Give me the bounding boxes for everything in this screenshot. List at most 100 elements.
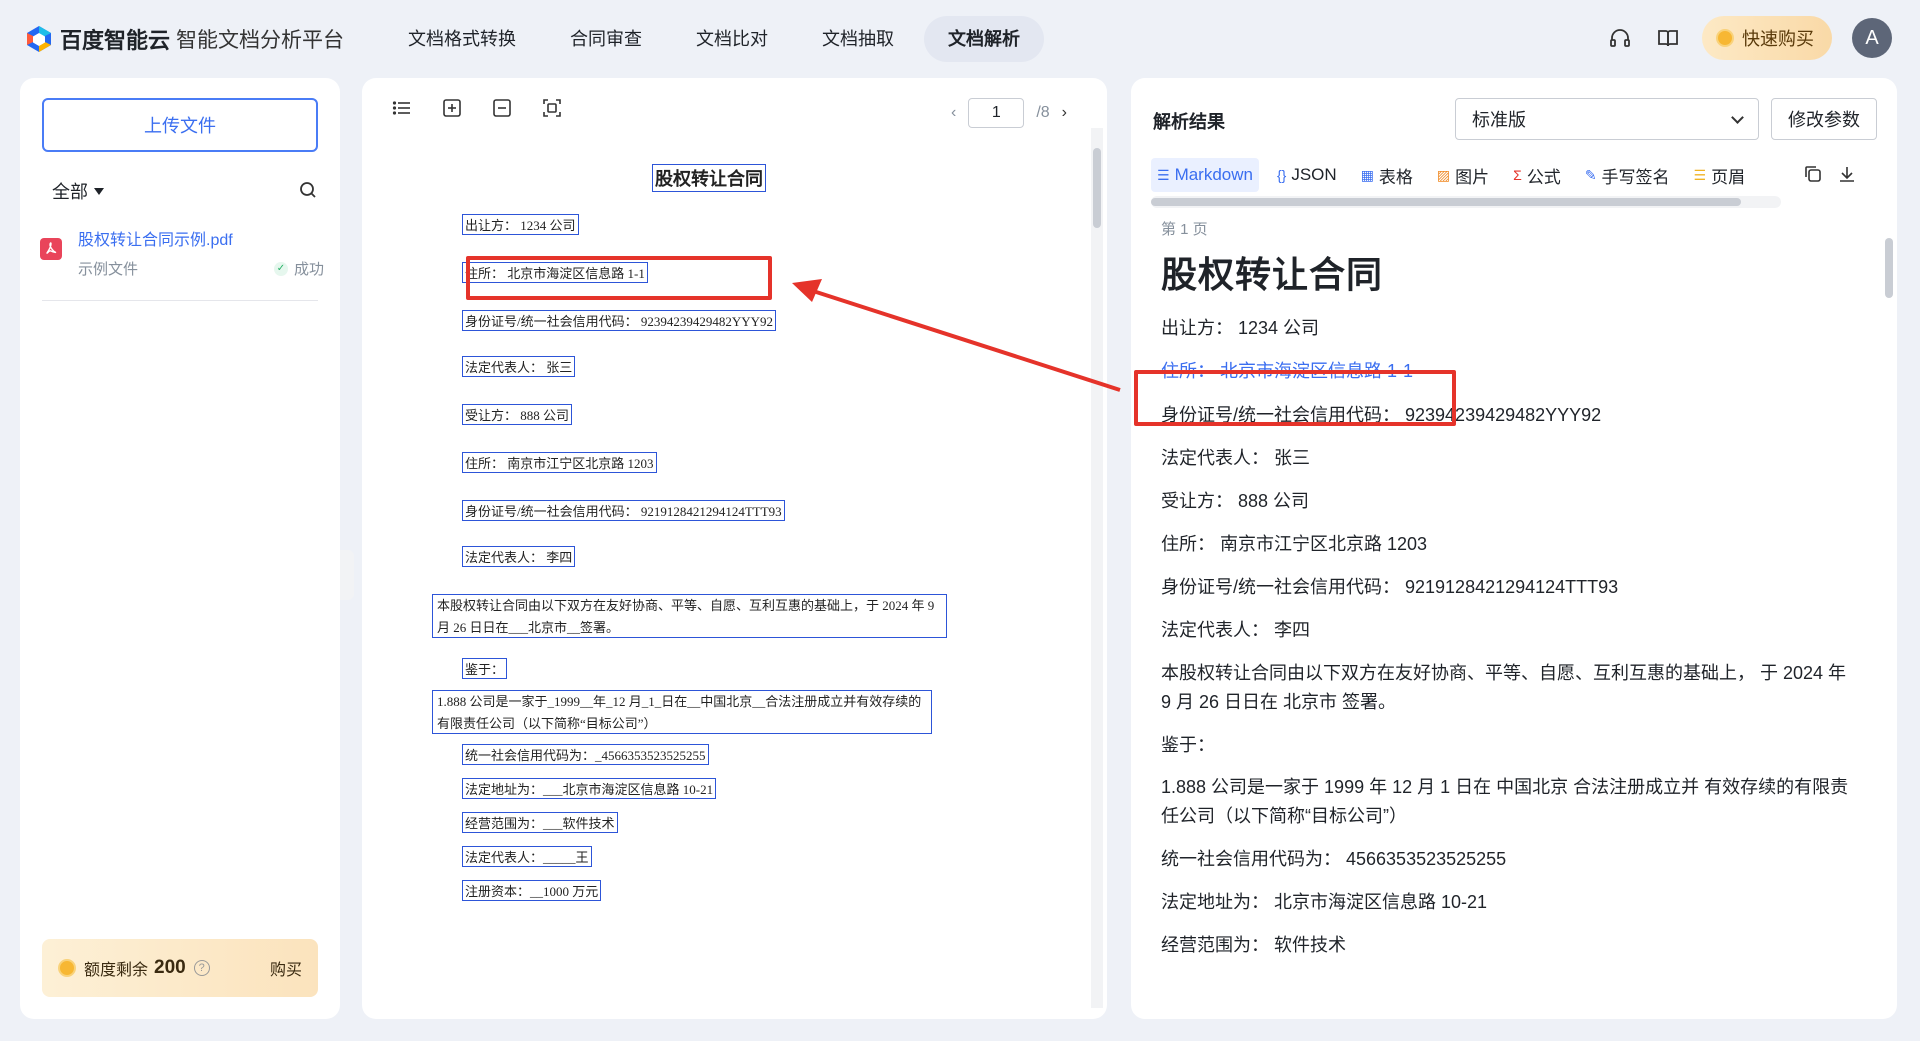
help-icon[interactable]: ? [193,960,210,976]
result-paragraph: 住所： 南京市江宁区北京路 1203 [1161,534,1428,554]
doc-block[interactable]: 法定地址为：___北京市海淀区信息路 10-21 [462,778,717,799]
preview-scroll-thumb[interactable] [1093,148,1101,228]
avatar[interactable]: A [1852,18,1892,58]
divider [42,300,318,301]
header-actions: 快速购买 A [1606,16,1892,60]
doc-block[interactable]: 住所： 南京市江宁区北京路 1203 [462,452,657,473]
headset-icon[interactable] [1606,24,1634,52]
file-list-item[interactable]: 股权转让合同示例.pdf 示例文件 ✓ 成功 [36,218,324,282]
doc-block[interactable]: 注册资本：__1000 万元 [462,880,602,901]
search-icon[interactable] [298,180,318,205]
result-paragraph: 1.888 公司是一家于 1999 年 12 月 1 日在 中国北京 合法注册成… [1161,777,1849,826]
quick-buy-button[interactable]: 快速购买 [1702,16,1832,60]
quota-bar: 额度剩余 200 ? 购买 [42,939,318,997]
doc-block[interactable]: 经营范围为：___软件技术 [462,812,618,833]
outline-list-icon[interactable] [392,98,412,118]
modify-params-button[interactable]: 修改参数 [1771,98,1877,140]
doc-block[interactable]: 身份证号/统一社会信用代码： 9219128421294124TTT93 [462,500,785,521]
download-icon[interactable] [1837,164,1857,189]
doc-block[interactable]: 身份证号/统一社会信用代码： 92394239429482YYY92 [462,310,777,331]
baidu-cloud-logo-icon [27,26,51,52]
quick-buy-label: 快速购买 [1742,29,1814,49]
preview-scrollbar[interactable] [1091,128,1103,1008]
product-name: 智能文档分析平台 [176,29,345,52]
tab-label: 手写签名 [1601,167,1670,187]
tab-image[interactable]: ▨ 图片 [1431,158,1495,192]
tab-label: JSON [1291,165,1337,184]
filter-label: 全部 [52,182,88,202]
formula-icon: Σ [1513,167,1522,183]
doc-title-block[interactable]: 股权转让合同 [652,164,766,192]
main-nav: 文档格式转换 合同审查 文档比对 文档抽取 文档解析 [384,16,1045,62]
tab-markdown[interactable]: ☰ Markdown [1151,158,1259,192]
prev-page-icon[interactable]: ‹ [951,104,956,122]
version-select[interactable]: 标准版 [1455,98,1759,140]
nav-contract-review[interactable]: 合同审查 [546,16,666,62]
success-check-icon: ✓ [273,261,288,276]
file-filter-dropdown[interactable]: 全部 [52,178,104,204]
top-header: 百度智能云 智能文档分析平台 文档格式转换 合同审查 文档比对 文档抽取 文档解… [0,0,1920,78]
tabs-scroll-thumb[interactable] [1151,198,1741,206]
doc-block[interactable]: 鉴于： [462,658,508,679]
doc-block[interactable]: 受让方： 888 公司 [462,404,573,425]
result-paragraph: 统一社会信用代码为： 4566353523525255 [1161,849,1507,869]
result-paragraph: 鉴于： [1161,735,1215,755]
page-label: 第 1 页 [1161,221,1208,238]
coin-icon [58,959,76,977]
book-icon[interactable] [1654,24,1682,52]
quota-buy-button[interactable]: 购买 [270,956,302,980]
fit-screen-icon[interactable] [542,98,562,118]
result-scroll-thumb[interactable] [1885,238,1893,298]
zoom-in-icon[interactable] [442,98,462,118]
table-icon: ▦ [1360,166,1374,183]
doc-block[interactable]: 统一社会信用代码为：_4566353523525255 [462,744,709,765]
result-title: 解析结果 [1153,112,1225,132]
result-paragraph: 法定代表人： 李四 [1161,620,1311,640]
next-page-icon[interactable]: › [1062,104,1067,122]
doc-block[interactable]: 法定代表人： 李四 [462,546,576,567]
result-paragraph: 出让方： 1234 公司 [1161,318,1320,338]
result-paragraph: 受让方： 888 公司 [1161,491,1310,511]
parse-result-panel: 解析结果 标准版 修改参数 ☰ Markdown {} JSON ▦ 表格 ▨ 图片 Σ… [1131,78,1897,1019]
result-heading: 股权转让合同 [1161,254,1384,295]
highlight-box-source [466,256,772,300]
page-total: /8 [1036,104,1050,121]
doc-block[interactable]: 出让方： 1234 公司 [462,214,579,235]
nav-doc-extract[interactable]: 文档抽取 [798,16,918,62]
tabs-scrollbar[interactable] [1151,196,1781,208]
tab-json[interactable]: {} JSON [1271,158,1343,192]
doc-block[interactable]: 法定代表人：_____王 [462,846,592,867]
version-value: 标准版 [1472,110,1526,130]
file-name[interactable]: 股权转让合同示例.pdf [78,226,233,250]
doc-block[interactable]: 法定代表人： 张三 [462,356,576,377]
doc-block[interactable]: 1.888 公司是一家于_1999__年_12 月_1_日在__中国北京__合法… [432,690,932,734]
upload-file-button[interactable]: 上传文件 [42,98,318,152]
tab-table[interactable]: ▦ 表格 [1355,158,1419,192]
tab-label: 页眉 [1711,167,1746,187]
document-preview-panel: ‹ /8 › 股权转让合同 出让方： 1234 公司 住所： 北京市海淀区信息路… [362,78,1107,1019]
nav-doc-compare[interactable]: 文档比对 [672,16,792,62]
quota-value: 200 [154,957,186,978]
copy-icon[interactable] [1803,164,1823,189]
tab-label: Markdown [1174,165,1253,184]
result-paragraph: 身份证号/统一社会信用代码： 9219128421294124TTT93 [1161,577,1619,597]
list-icon: ☰ [1693,166,1707,183]
preview-toolbar [392,98,562,118]
collapse-handle[interactable] [340,550,354,600]
nav-format-convert[interactable]: 文档格式转换 [384,16,540,62]
nav-doc-parse[interactable]: 文档解析 [924,16,1045,62]
markdown-content: 第 1 页 股权转让合同 出让方： 1234 公司 住所： 北京市海淀区信息路 … [1161,218,1861,1008]
doc-block[interactable]: 本股权转让合同由以下双方在友好协商、平等、自愿、互利互惠的基础上，于 2024 … [432,594,947,638]
tab-formula[interactable]: Σ 公式 [1507,158,1567,192]
result-actions [1803,164,1857,189]
tab-header[interactable]: ☰ 页眉 [1688,158,1752,192]
tab-signature[interactable]: ✎ 手写签名 [1579,158,1676,192]
brand-name: 百度智能云 [60,28,171,53]
file-tag: 示例文件 [78,261,139,278]
result-paragraph: 本股权转让合同由以下双方在友好协商、平等、自愿、互利互惠的基础上， 于 2024… [1161,663,1847,712]
page-number-input[interactable] [968,98,1025,128]
highlight-box-result [1134,370,1456,426]
zoom-out-icon[interactable] [492,98,512,118]
image-icon: ▨ [1436,166,1451,183]
logo[interactable]: 百度智能云 智能文档分析平台 [24,23,344,55]
